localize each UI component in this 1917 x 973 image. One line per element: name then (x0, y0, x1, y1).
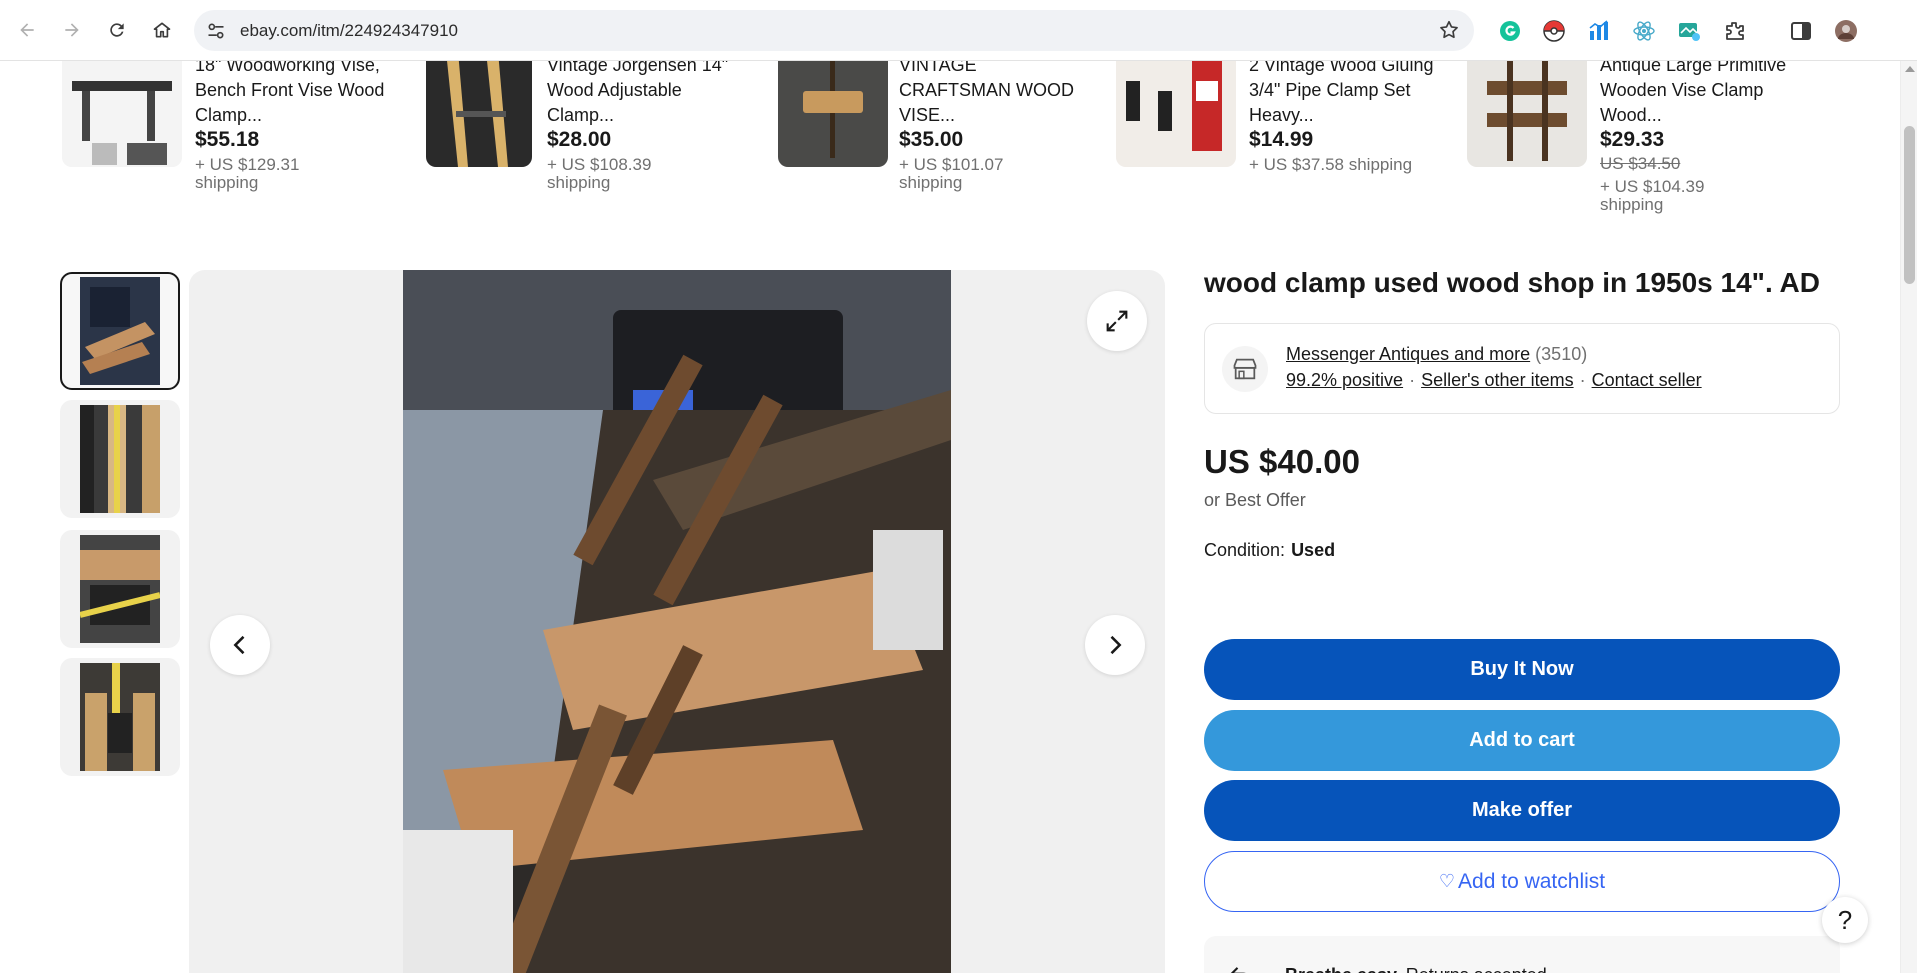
puzzle-extensions-icon[interactable] (1722, 18, 1748, 44)
return-arrow-icon (1221, 956, 1261, 973)
chevron-right-icon (1110, 635, 1122, 655)
seller-name-link[interactable]: Messenger Antiques and more (1286, 344, 1530, 364)
related-item[interactable]: 2 Vintage Wood Gluing 3/4" Pipe Clamp Se… (1116, 61, 1456, 231)
best-offer-text: or Best Offer (1204, 490, 1306, 510)
related-item-image[interactable] (778, 61, 888, 167)
related-item[interactable]: VINTAGE CRAFTSMAN WOOD VISE... $35.00 + … (766, 61, 1106, 231)
related-item-title[interactable]: VINTAGE CRAFTSMAN WOOD VISE... (899, 61, 1089, 128)
address-bar[interactable]: ebay.com/itm/224924347910 (194, 10, 1474, 51)
back-icon[interactable] (10, 13, 44, 47)
chart-extension-icon[interactable] (1586, 18, 1612, 44)
separator-dot: · (1409, 370, 1416, 390)
returns-rest: Returns accepted. (1401, 965, 1552, 973)
previous-image-button[interactable] (210, 615, 270, 675)
url-text[interactable]: ebay.com/itm/224924347910 (240, 21, 458, 41)
page-scrollbar[interactable] (1900, 61, 1917, 973)
make-offer-button[interactable]: Make offer (1204, 780, 1840, 841)
thumbnail-1[interactable] (60, 272, 180, 390)
related-item-image[interactable] (62, 61, 182, 167)
add-to-watchlist-button[interactable]: ♡ Add to watchlist (1204, 851, 1840, 912)
returns-bold: Breathe easy. (1285, 965, 1401, 973)
page-content: 18" Woodworking Vise, Bench Front Vise W… (0, 61, 1900, 973)
seller-positive-link[interactable]: 99.2% positive (1286, 370, 1403, 390)
related-item-original-price: US $34.50 (1600, 154, 1681, 173)
watchlist-label: Add to watchlist (1458, 869, 1606, 893)
thumbnail-2[interactable] (60, 400, 180, 518)
contact-seller-link[interactable]: Contact seller (1592, 370, 1702, 390)
scrollbar-thumb[interactable] (1904, 126, 1915, 284)
forward-icon[interactable] (55, 13, 89, 47)
scroll-up-arrow-icon[interactable] (1905, 66, 1915, 72)
profile-avatar[interactable] (1833, 18, 1859, 44)
related-item-price: $29.33 (1600, 128, 1665, 151)
add-to-cart-button[interactable]: Add to cart (1204, 710, 1840, 771)
related-item-image[interactable] (1116, 61, 1236, 167)
related-item-price: $14.99 (1249, 128, 1314, 151)
related-item-price: $28.00 (547, 128, 612, 151)
reload-icon[interactable] (100, 13, 134, 47)
related-item-shipping: + US $101.07 shipping (899, 155, 1004, 192)
chevron-left-icon (233, 635, 245, 655)
related-item-shipping: + US $108.39 shipping (547, 155, 652, 192)
main-product-image[interactable] (189, 270, 1165, 973)
related-item-title[interactable]: 2 Vintage Wood Gluing 3/4" Pipe Clamp Se… (1249, 61, 1439, 128)
condition-row: Condition: Used (1204, 540, 1335, 561)
related-item-shipping: + US $104.39 shipping (1600, 177, 1705, 214)
help-button[interactable]: ? (1822, 897, 1868, 943)
related-item-image[interactable] (426, 61, 532, 167)
map-extension-icon[interactable] (1676, 18, 1702, 44)
condition-label: Condition: (1204, 540, 1286, 560)
condition-value: Used (1291, 540, 1336, 560)
related-item-title[interactable]: Antique Large Primitive Wooden Vise Clam… (1600, 61, 1790, 128)
seller-card: Messenger Antiques and more (3510) 99.2%… (1204, 323, 1840, 414)
seller-feedback-count: (3510) (1535, 344, 1588, 364)
thumbnail-3[interactable] (60, 530, 180, 648)
related-item[interactable]: 18" Woodworking Vise, Bench Front Vise W… (62, 61, 402, 231)
browser-toolbar: ebay.com/itm/224924347910 (0, 0, 1917, 61)
pokeball-icon[interactable] (1541, 18, 1567, 44)
grammarly-icon[interactable] (1497, 18, 1523, 44)
product-photo (403, 270, 951, 973)
item-price: US $40.00 (1204, 443, 1360, 480)
related-item-shipping: + US $37.58 shipping (1249, 155, 1413, 174)
heart-icon: ♡ (1438, 871, 1456, 891)
related-item-price: $55.18 (195, 128, 260, 151)
item-title: wood clamp used wood shop in 1950s 14". … (1204, 267, 1820, 298)
seller-other-items-link[interactable]: Seller's other items (1421, 370, 1574, 390)
related-item-title[interactable]: Vintage Jorgensen 14" Wood Adjustable Cl… (547, 61, 737, 128)
buy-it-now-button[interactable]: Buy It Now (1204, 639, 1840, 700)
returns-banner: Breathe easy. Returns accepted. (1204, 936, 1840, 973)
site-info-icon[interactable] (206, 21, 226, 41)
related-items-carousel: 18" Woodworking Vise, Bench Front Vise W… (62, 61, 1786, 231)
side-panel-icon[interactable] (1788, 18, 1814, 44)
thumbnail-4[interactable] (60, 658, 180, 776)
react-devtools-icon[interactable] (1631, 18, 1657, 44)
home-icon[interactable] (145, 13, 179, 47)
bookmark-star-icon[interactable] (1438, 19, 1460, 41)
related-item-price: $35.00 (899, 128, 964, 151)
returns-text: Breathe easy. Returns accepted. (1285, 965, 1552, 973)
related-item-shipping: + US $129.31 shipping (195, 155, 300, 192)
expand-icon[interactable] (1087, 291, 1147, 351)
store-icon (1222, 346, 1268, 392)
related-item-title[interactable]: 18" Woodworking Vise, Bench Front Vise W… (195, 61, 385, 128)
related-item[interactable]: Antique Large Primitive Wooden Vise Clam… (1467, 61, 1807, 231)
next-image-button[interactable] (1085, 615, 1145, 675)
related-item-image[interactable] (1467, 61, 1587, 167)
separator-dot: · (1579, 370, 1586, 390)
related-item[interactable]: Vintage Jorgensen 14" Wood Adjustable Cl… (414, 61, 754, 231)
